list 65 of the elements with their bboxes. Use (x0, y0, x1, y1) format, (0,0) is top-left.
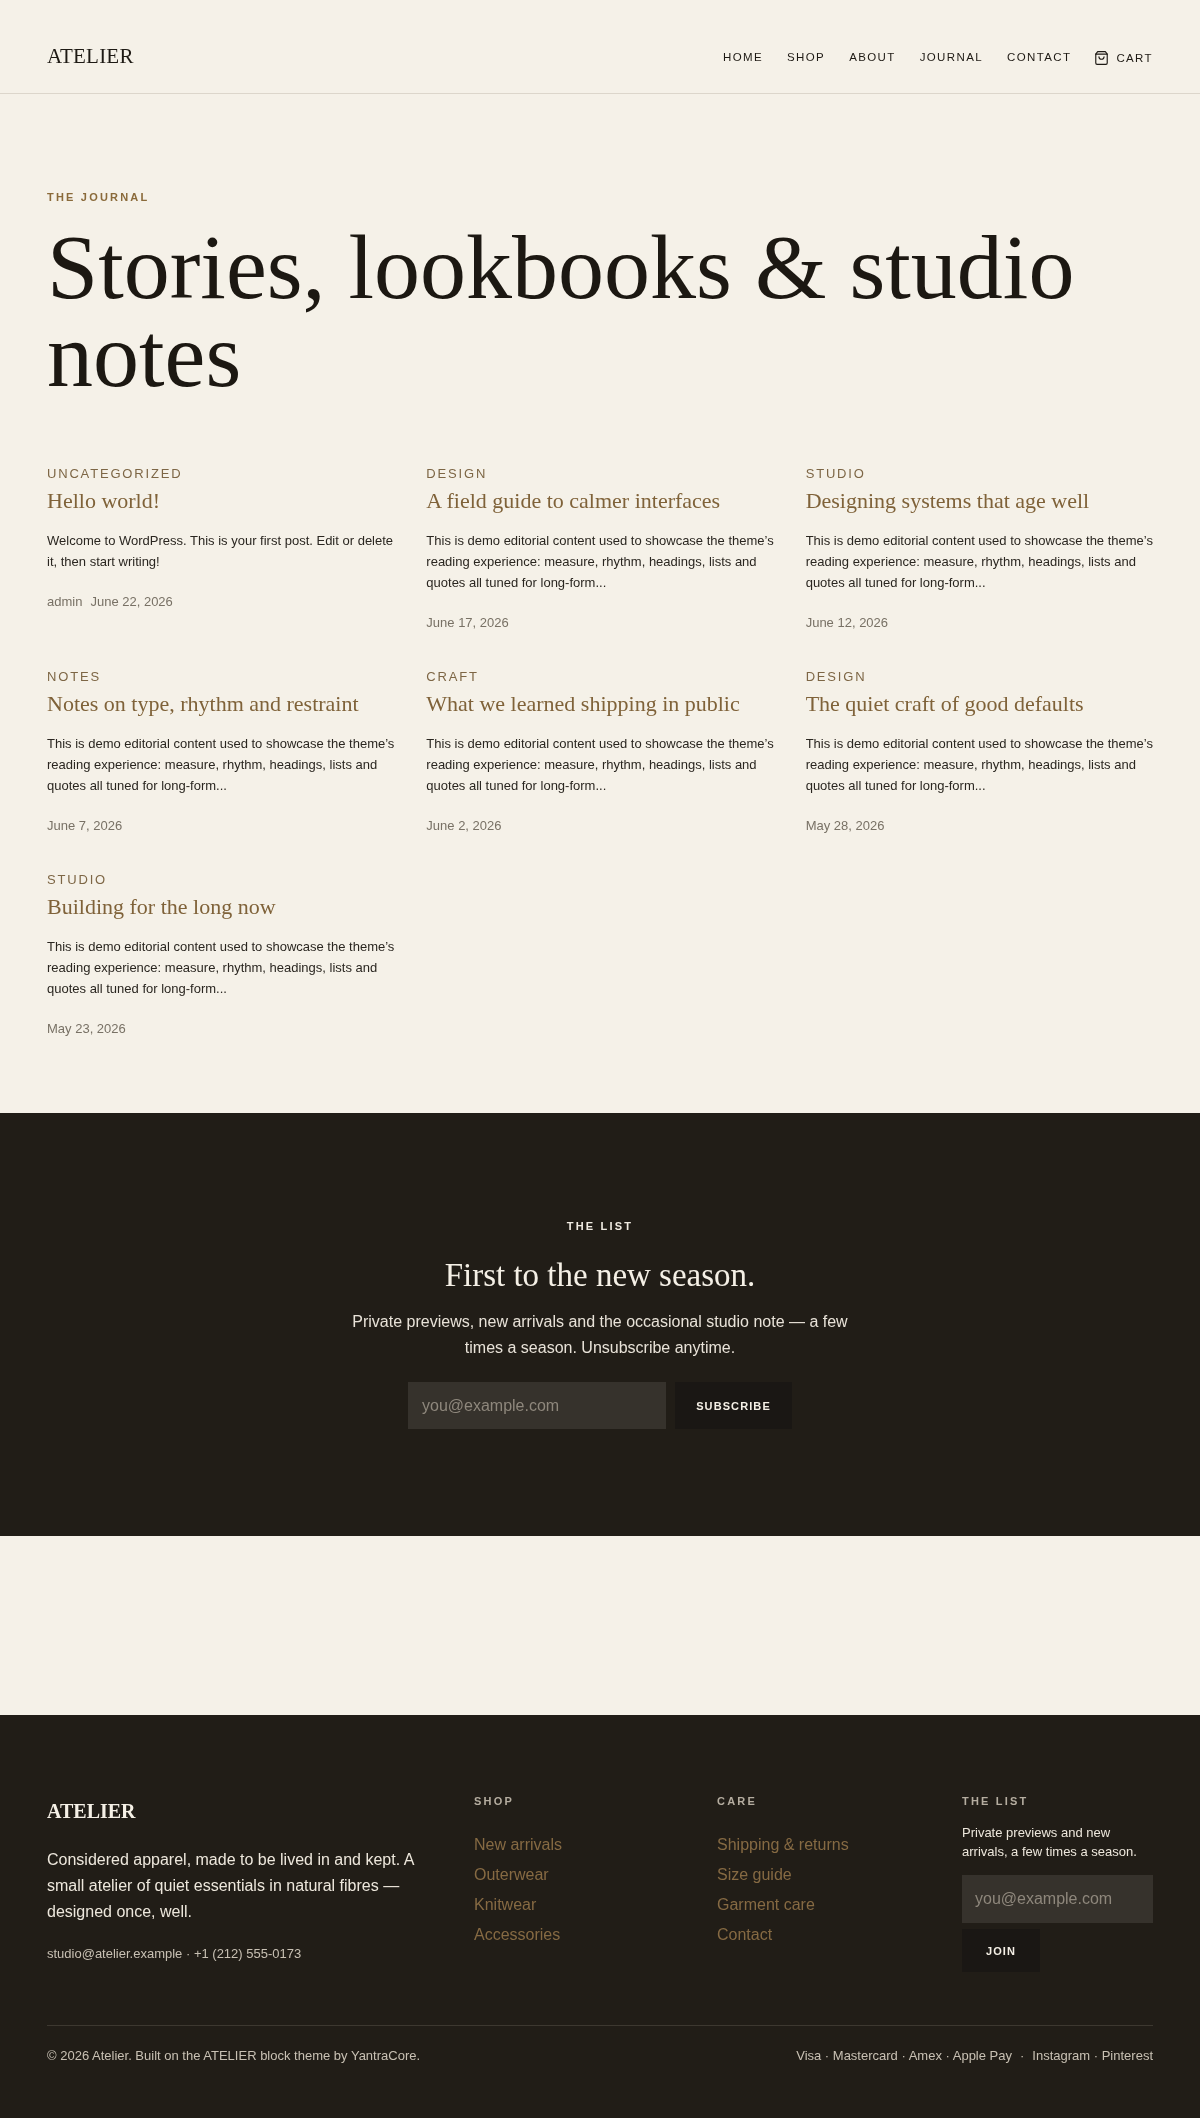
footer-link[interactable]: Size guide (717, 1866, 792, 1883)
section-eyebrow: THE LIST (566, 1219, 634, 1234)
post-date: June 2, 2026 (426, 817, 502, 835)
post-excerpt: This is demo editorial content used to showcase the theme’s reading experience: measure, rhythm, headings, lists and quotes all tuned for long-form... (47, 938, 395, 998)
footer-heading: THE LIST (962, 1794, 1029, 1809)
post-category[interactable]: UNCATEGORIZED (47, 465, 183, 483)
post-title[interactable]: A field guide to calmer interfaces (426, 487, 721, 515)
footer-tagline: Considered apparel, made to be lived in and kept. A small atelier of quiet essentials in natural fibres — designed once, well. (47, 1850, 416, 1922)
footer-list-text: Private previews and new arrivals, a few times a season. (962, 1824, 1138, 1861)
post-title[interactable]: Hello world! (47, 487, 161, 515)
post-excerpt: This is demo editorial content used to showcase the theme’s reading experience: measure, rhythm, headings, lists and quotes all tuned for long-form... (426, 735, 774, 795)
post-title[interactable]: The quiet craft of good defaults (805, 690, 1084, 718)
subscribe-button[interactable]: SUBSCRIBE (675, 1382, 792, 1429)
post-date: June 12, 2026 (805, 614, 889, 632)
page-title: Stories, lookbooks & studio notes (47, 223, 1076, 399)
shopping-bag-icon (1095, 50, 1109, 65)
footer-link[interactable]: Garment care (717, 1896, 815, 1913)
post-title[interactable]: Designing systems that age well (805, 487, 1090, 515)
footer-link[interactable]: Knitwear (474, 1896, 537, 1913)
post-date: June 7, 2026 (47, 817, 123, 835)
post-category[interactable]: STUDIO (47, 871, 108, 889)
nav-link[interactable]: CONTACT (1007, 50, 1072, 63)
post-category[interactable]: DESIGN (426, 465, 488, 483)
nav-link[interactable]: ABOUT (849, 50, 896, 63)
footer-heading: CARE (717, 1794, 757, 1809)
footer-link[interactable]: Shipping & returns (717, 1836, 849, 1853)
post-excerpt: This is demo editorial content used to showcase the theme’s reading experience: measure, rhythm, headings, lists and quotes all tuned for long-form... (426, 532, 774, 592)
post-date: May 28, 2026 (805, 817, 885, 835)
nav-link[interactable]: JOURNAL (919, 50, 983, 63)
separator-dot: · (1020, 2047, 1025, 2065)
newsletter-text: Private previews, new arrivals and the occasional studio note — a few times a season. Unsubscribe anytime. (351, 1312, 849, 1358)
post-category[interactable]: NOTES (47, 668, 101, 686)
post-date: June 17, 2026 (426, 614, 509, 632)
footer-logo[interactable]: ATELIER (47, 1797, 136, 1825)
section-eyebrow: THE JOURNAL (47, 190, 151, 205)
cart-link[interactable]: CART (1095, 48, 1153, 65)
post-date: May 23, 2026 (47, 1020, 126, 1038)
email-field[interactable]: you@example.com (408, 1382, 666, 1429)
footer-contact: studio@atelier.example · +1 (212) 555-0173 (47, 1945, 302, 1963)
post-excerpt: This is demo editorial content used to showcase the theme’s reading experience: measure, rhythm, headings, lists and quotes all tuned for long-form... (47, 735, 395, 795)
footer-link[interactable]: Accessories (474, 1926, 561, 1943)
post-title[interactable]: Notes on type, rhythm and restraint (47, 690, 359, 718)
footer-link[interactable]: New arrivals (474, 1836, 562, 1853)
site-logo[interactable]: ATELIER (47, 44, 134, 69)
nav-link[interactable]: HOME (722, 50, 763, 63)
nav-link[interactable]: SHOP (787, 50, 826, 63)
newsletter-title: First to the new season. (444, 1256, 756, 1295)
post-title[interactable]: Building for the long now (47, 893, 276, 921)
post-title[interactable]: What we learned shipping in public (426, 690, 740, 718)
email-field[interactable]: you@example.com (962, 1875, 1153, 1923)
post-category[interactable]: CRAFT (426, 668, 479, 686)
footer-link[interactable]: Outerwear (474, 1866, 549, 1883)
post-excerpt: This is demo editorial content used to showcase the theme’s reading experience: measure, rhythm, headings, lists and quotes all tuned for long-form... (805, 532, 1153, 592)
post-excerpt: Welcome to WordPress. This is your first post. Edit or delete it, then start writing! (47, 532, 395, 571)
social-links[interactable]: Instagram · Pinterest (1032, 2047, 1153, 2065)
post-category[interactable]: STUDIO (805, 465, 866, 483)
post-date: June 22, 2026 (90, 593, 173, 611)
join-button[interactable]: JOIN (962, 1929, 1040, 1972)
payment-methods: Visa · Mastercard · Amex · Apple Pay (796, 2047, 1012, 2065)
post-category[interactable]: DESIGN (805, 668, 867, 686)
footer-heading: SHOP (474, 1794, 514, 1809)
footer-link[interactable]: Contact (717, 1926, 773, 1943)
post-author: admin (47, 593, 83, 611)
copyright-text: © 2026 Atelier. Built on the ATELIER block theme by YantraCore. (47, 2047, 421, 2065)
post-excerpt: This is demo editorial content used to showcase the theme’s reading experience: measure, rhythm, headings, lists and quotes all tuned for long-form... (805, 735, 1153, 795)
